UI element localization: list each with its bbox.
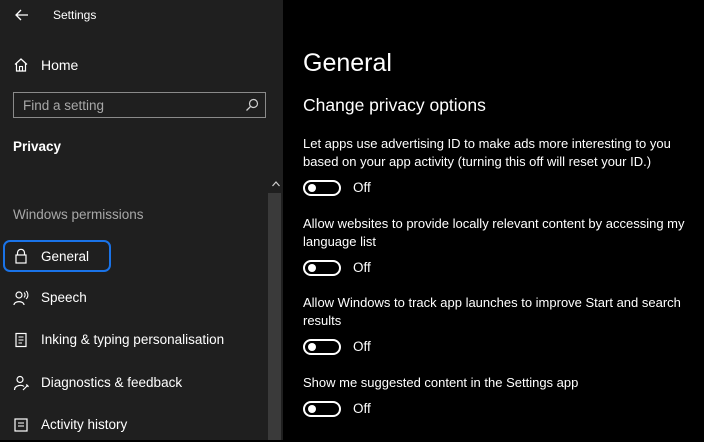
speech-icon <box>13 290 29 306</box>
toggle-state-label: Off <box>353 260 371 275</box>
group-title: Windows permissions <box>13 207 144 222</box>
lock-icon <box>15 248 27 264</box>
sidebar-item-label: Activity history <box>41 417 128 432</box>
search-placeholder: Find a setting <box>23 98 105 113</box>
app-launch-tracking-toggle[interactable] <box>303 339 341 355</box>
toggle-knob <box>308 343 316 351</box>
setting-app-launch-tracking: Allow Windows to track app launches to i… <box>303 294 698 360</box>
page-title: General <box>303 49 392 77</box>
nav-home-label: Home <box>41 57 79 73</box>
sidebar-item-diagnostics[interactable]: Diagnostics & feedback <box>0 366 266 400</box>
sidebar-item-label: Speech <box>41 290 87 305</box>
sidebar-item-speech[interactable]: Speech <box>0 281 266 315</box>
sidebar-item-label: Diagnostics & feedback <box>41 375 183 390</box>
inking-icon <box>15 332 27 348</box>
nav-home[interactable]: Home <box>0 50 270 80</box>
search-input[interactable]: Find a setting <box>13 92 266 118</box>
main-content: General Change privacy options Let apps … <box>283 0 704 440</box>
activity-history-icon <box>14 418 28 432</box>
suggested-content-toggle[interactable] <box>303 401 341 417</box>
advertising-id-toggle[interactable] <box>303 180 341 196</box>
toggle-knob <box>308 184 316 192</box>
toggle-knob <box>308 405 316 413</box>
back-arrow-icon <box>15 9 28 21</box>
sidebar-item-general[interactable]: General <box>3 240 111 272</box>
section-title: Privacy <box>13 139 62 154</box>
setting-description: Allow Windows to track app launches to i… <box>303 295 681 328</box>
search-icon[interactable] <box>244 97 260 113</box>
sidebar-item-label: Inking & typing personalisation <box>41 332 225 347</box>
sidebar-item-label: General <box>41 249 90 264</box>
toggle-state-label: Off <box>353 401 371 416</box>
sidebar-item-inking-typing[interactable]: Inking & typing personalisation <box>0 323 266 357</box>
toggle-knob <box>308 264 316 272</box>
toggle-state-label: Off <box>353 339 371 354</box>
setting-language-list: Allow websites to provide locally releva… <box>303 215 698 281</box>
setting-suggested-content: Show me suggested content in the Setting… <box>303 374 698 422</box>
sidebar: Settings Home Find a setting Privacy Win… <box>0 0 283 440</box>
setting-description: Allow websites to provide locally releva… <box>303 216 685 249</box>
setting-advertising-id: Let apps use advertising ID to make ads … <box>303 135 698 201</box>
chevron-up-icon <box>272 181 280 187</box>
scrollbar[interactable] <box>268 193 281 440</box>
home-icon <box>14 58 28 72</box>
setting-description: Let apps use advertising ID to make ads … <box>303 136 671 169</box>
window-title: Settings <box>53 8 97 22</box>
scroll-up-button[interactable] <box>270 178 282 190</box>
page-subtitle: Change privacy options <box>303 95 486 115</box>
diagnostics-icon <box>13 375 29 391</box>
setting-description: Show me suggested content in the Setting… <box>303 375 579 390</box>
back-button[interactable] <box>8 2 36 28</box>
toggle-state-label: Off <box>353 180 371 195</box>
sidebar-item-activity-history[interactable]: Activity history <box>0 408 266 442</box>
language-list-toggle[interactable] <box>303 260 341 276</box>
